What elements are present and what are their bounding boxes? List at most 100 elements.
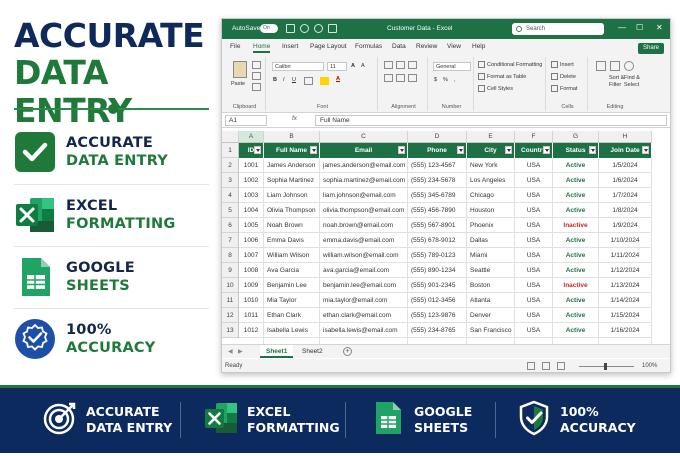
cell-full-name[interactable]: William Wilson [264,248,320,263]
filter-dropdown-icon[interactable] [543,146,550,154]
percent-icon[interactable]: % [443,77,448,83]
cell-phone[interactable]: (555) 012-3456 [408,293,467,308]
format-as-table-button[interactable]: Format as Table [478,73,526,80]
cell-status[interactable]: Inactive [553,278,599,293]
cell-country[interactable]: USA [515,233,553,248]
row-header[interactable]: 11 [222,293,239,308]
fill-color-icon[interactable] [320,77,329,85]
font-name-select[interactable]: Calibri [272,62,324,71]
filter-dropdown-icon[interactable] [457,146,464,154]
cell-id[interactable]: 1011 [239,308,264,323]
cell-city[interactable]: San Francisco [467,323,515,338]
cell-country[interactable]: USA [515,293,553,308]
row-header[interactable]: 12 [222,308,239,323]
tab-review[interactable]: Review [416,43,437,50]
filter-dropdown-icon[interactable] [505,146,512,154]
cell-phone[interactable]: (555) 234-5678 [408,173,467,188]
tab-help[interactable]: Help [472,43,485,50]
normal-view-icon[interactable] [527,362,535,370]
find-select-icon[interactable] [624,61,634,71]
page-layout-view-icon[interactable] [542,362,550,370]
fx-icon[interactable]: fx [292,115,297,122]
name-box[interactable]: A1 [225,115,267,126]
header-cell-phone[interactable]: Phone [408,143,467,158]
cell-phone[interactable]: (555) 567-8901 [408,218,467,233]
select-all-corner[interactable] [222,131,239,143]
row-header[interactable]: 1 [222,143,239,158]
header-cell-id[interactable]: ID [239,143,264,158]
filter-label[interactable]: Filter [609,82,621,88]
close-button[interactable]: ✕ [656,23,663,32]
number-format-select[interactable]: General [433,62,471,71]
cell-full-name[interactable]: Benjamin Lee [264,278,320,293]
cell-status[interactable]: Active [553,308,599,323]
cell-city[interactable]: Dallas [467,233,515,248]
underline-button[interactable]: U [292,77,296,83]
column-header-d[interactable]: D [408,131,467,143]
cell-id[interactable]: 1002 [239,173,264,188]
conditional-formatting-button[interactable]: Conditional Formatting [478,61,542,68]
cell-status[interactable]: Active [553,293,599,308]
row-header[interactable]: 13 [222,323,239,338]
cell-city[interactable]: Boston [467,278,515,293]
customize-qat-icon[interactable] [328,24,337,33]
column-header-g[interactable]: G [553,131,599,143]
find-label[interactable]: Find & [624,75,640,81]
cell-email[interactable]: william.wilson@email.com [320,248,408,263]
filter-dropdown-icon[interactable] [642,146,649,154]
insert-cells-button[interactable]: Insert [551,61,574,68]
header-cell-join-date[interactable]: Join Date [599,143,652,158]
cell-city[interactable]: Chicago [467,188,515,203]
align-right-icon[interactable] [408,74,417,82]
cut-icon[interactable] [252,61,261,69]
cell-status[interactable]: Active [553,173,599,188]
cell-full-name[interactable]: Isabella Lewis [264,323,320,338]
cell-country[interactable]: USA [515,278,553,293]
cell-city[interactable]: Seattle [467,263,515,278]
next-sheet-icon[interactable]: ▶ [238,348,243,355]
formula-input[interactable]: Full Name [315,115,667,126]
cell-country[interactable]: USA [515,248,553,263]
cell-city[interactable]: Denver [467,308,515,323]
cell-id[interactable]: 1008 [239,263,264,278]
row-header[interactable]: 6 [222,218,239,233]
add-sheet-button[interactable]: + [343,347,352,356]
sort-label[interactable]: Sort & [609,75,624,81]
row-header[interactable]: 7 [222,233,239,248]
cell-country[interactable]: USA [515,218,553,233]
cell-full-name[interactable]: Liam Johnson [264,188,320,203]
filter-dropdown-icon[interactable] [254,146,261,154]
autosum-icon[interactable] [596,61,606,71]
filter-dropdown-icon[interactable] [589,146,596,154]
cell-email[interactable]: james.anderson@email.com [320,158,408,173]
row-header[interactable]: 8 [222,248,239,263]
cell-city[interactable]: Atlanta [467,293,515,308]
cell-join-date[interactable]: 1/16/2024 [599,323,652,338]
cell-email[interactable]: noah.brown@email.com [320,218,408,233]
header-cell-email[interactable]: Email [320,143,408,158]
cell-status[interactable]: Inactive [553,218,599,233]
paste-button[interactable]: Paste [231,81,245,87]
prev-sheet-icon[interactable]: ◀ [228,348,233,355]
format-cells-button[interactable]: Format [551,85,577,92]
cell-status[interactable]: Active [553,323,599,338]
cell-join-date[interactable]: 1/15/2024 [599,308,652,323]
cell-email[interactable]: olivia.thompson@email.com [320,203,408,218]
header-cell-city[interactable]: City [467,143,515,158]
cell-city[interactable]: Miami [467,248,515,263]
cell-full-name[interactable]: Noah Brown [264,218,320,233]
cell-styles-button[interactable]: Cell Styles [478,85,513,92]
comma-icon[interactable]: , [454,77,456,83]
cell-country[interactable]: USA [515,323,553,338]
share-button[interactable]: Share [637,43,664,54]
cell-phone[interactable]: (555) 678-9012 [408,233,467,248]
sheet-tab-sheet1[interactable]: Sheet1 [260,345,294,358]
row-header[interactable]: 10 [222,278,239,293]
cell-country[interactable]: USA [515,173,553,188]
cell-phone[interactable]: (555) 456-7890 [408,203,467,218]
cell-email[interactable]: liam.johnson@email.com [320,188,408,203]
cell-full-name[interactable]: James Anderson [264,158,320,173]
save-icon[interactable] [286,24,295,33]
tab-page-layout[interactable]: Page Layout [310,43,347,50]
align-bottom-icon[interactable] [408,61,417,69]
